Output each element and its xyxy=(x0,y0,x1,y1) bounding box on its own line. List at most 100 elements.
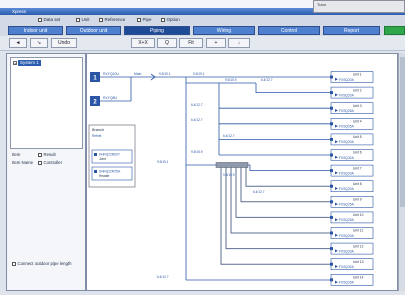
indoor-unit-name: Unit 13 xyxy=(353,260,364,264)
indoor-unit-model: FXSQ25A xyxy=(339,125,355,129)
add-button[interactable]: + xyxy=(206,38,226,48)
indoor-unit[interactable]: Unit 3FXSQ25A xyxy=(330,102,374,115)
indoor-unit[interactable]: Unit 12FXSQ20A xyxy=(330,242,374,255)
indoor-unit[interactable]: Unit 4FXSQ25A xyxy=(330,118,374,130)
pipe-size-label: 6.4/12.7 xyxy=(261,78,273,82)
legend-item-joint[interactable]: KHRQ22M20T Joint xyxy=(91,149,133,164)
legend-item-header[interactable]: KHRQ22M75H Header xyxy=(91,166,133,181)
piping-canvas[interactable]: 1 RXYQ10U 2 RXYQ8U Main Branch Refnet KH… xyxy=(86,53,398,291)
indoor-unit[interactable]: Unit 2FXSQ20A xyxy=(330,86,374,99)
menu-item-reference[interactable]: Reference xyxy=(99,17,125,23)
tab-outdoor-unit[interactable]: Outdoor unit xyxy=(66,26,121,35)
property-option-result[interactable]: Result xyxy=(38,152,56,158)
pipe-size-label: 6.4/12.7 xyxy=(191,103,203,107)
scrollbar-thumb[interactable] xyxy=(400,57,405,207)
indoor-unit-model: FXSQ20A xyxy=(339,187,355,191)
pipe-connector-icon xyxy=(330,262,333,266)
menu-checkbox-icon xyxy=(161,17,165,22)
menu-item-option[interactable]: Option xyxy=(161,17,180,23)
back-button[interactable]: ◄ xyxy=(9,38,27,48)
menu-item-unit[interactable]: Unit xyxy=(76,17,90,23)
pipe-connector-icon xyxy=(330,247,333,251)
legend-item-line1: KHRQ22M75H xyxy=(99,170,121,174)
branch-pipe[interactable] xyxy=(235,167,331,218)
branch-header-icon[interactable] xyxy=(215,162,249,168)
checkbox-icon[interactable] xyxy=(38,152,42,157)
checkbox-icon[interactable] xyxy=(12,261,16,266)
legend-item-line1: KHRQ22M20T xyxy=(99,153,120,157)
indoor-unit[interactable]: Unit 5FXSQ20A xyxy=(330,133,374,146)
indoor-unit[interactable]: Unit 13FXSQ32A xyxy=(330,258,374,270)
indoor-unit[interactable]: Unit 1FXSQ20A xyxy=(330,71,374,83)
indoor-unit-model: FXSQ32A xyxy=(339,265,355,269)
tree-expander-icon[interactable]: + xyxy=(13,61,17,66)
indoor-unit-name: Unit 14 xyxy=(353,276,364,280)
menu-label: Option xyxy=(166,17,180,22)
vertical-scrollbar[interactable] xyxy=(398,53,405,291)
mini-window-title: Tutor xyxy=(317,2,327,7)
indoor-unit-model: FXSQ25A xyxy=(339,203,355,207)
menu-label: Unit xyxy=(81,17,90,22)
legend-title: Branch xyxy=(92,128,104,132)
indoor-unit[interactable]: Unit 10FXSQ25A xyxy=(330,211,374,224)
menu-label: Pipe xyxy=(142,17,152,22)
tab-report[interactable]: Report xyxy=(323,26,380,35)
indoor-unit-model: FXSQ20A xyxy=(339,78,355,82)
pipe-length-option[interactable]: Connect outdoor pipe length xyxy=(12,261,72,267)
zoom-in-out-button[interactable]: X+X xyxy=(131,38,155,48)
outdoor-unit-model: RXYQ8U xyxy=(103,96,117,100)
arrow-down-icon: ↓ xyxy=(237,40,241,46)
indoor-unit[interactable]: Unit 14FXSQ25A xyxy=(330,274,374,286)
indoor-unit-model: FXSQ20A xyxy=(339,249,355,253)
tab-indoor-unit[interactable]: Indoor unit xyxy=(8,26,63,35)
indoor-unit-name: Unit 8 xyxy=(353,182,362,186)
connect-button[interactable]: ↘ xyxy=(30,38,48,48)
pipe-size-label: 9.5/15.9 xyxy=(191,150,203,154)
menu-item-data-set[interactable]: Data set xyxy=(38,17,60,23)
indoor-unit[interactable]: Unit 7FXSQ20A xyxy=(330,164,374,177)
indoor-unit-model: FXSQ20A xyxy=(339,93,355,97)
indoor-unit-name: Unit 5 xyxy=(353,135,362,139)
pipe-connector-icon xyxy=(330,169,333,173)
indoor-unit[interactable]: Unit 11FXSQ20A xyxy=(330,227,374,239)
tab-wiring[interactable]: Wiring xyxy=(193,26,255,35)
header-branch-lines xyxy=(220,167,331,265)
tab-piping[interactable]: Piping xyxy=(124,26,190,35)
menu-item-pipe[interactable]: Pipe xyxy=(137,17,152,23)
pipe-size-label: 6.4/12.7 xyxy=(157,275,169,279)
zoom-button[interactable]: Q xyxy=(157,38,177,48)
indoor-unit[interactable]: Unit 8FXSQ20A xyxy=(330,180,374,192)
fit-button[interactable]: Fit xyxy=(179,38,203,48)
branch-pipe[interactable] xyxy=(255,83,331,93)
option-label: Controller xyxy=(43,160,63,165)
property-label: Item xyxy=(12,152,21,157)
legend-subtitle: Refnet xyxy=(92,134,102,138)
tab-extra[interactable] xyxy=(384,26,405,35)
pipe-size-labels: 9.5/19.1 9.5/19.1 9.5/15.9 6.4/12.7 6.4/12.7… xyxy=(157,72,273,279)
branch-pipe[interactable] xyxy=(240,167,331,203)
property-option-controller[interactable]: Controller xyxy=(38,160,62,166)
pipe-connector-icon xyxy=(330,122,333,126)
branch-pipe[interactable] xyxy=(220,167,331,265)
down-button[interactable]: ↓ xyxy=(228,38,250,48)
menu-label: Reference xyxy=(104,17,126,22)
tab-control[interactable]: Control xyxy=(258,26,320,35)
pipe-size-label: 9.5/19.1 xyxy=(159,72,171,76)
branch-pipe[interactable] xyxy=(225,167,331,250)
outdoor-unit-model: RXYQ10U xyxy=(103,72,119,76)
piping-diagram[interactable]: 1 RXYQ10U 2 RXYQ8U Main Branch Refnet KH… xyxy=(87,54,397,290)
undo-button[interactable]: Undo xyxy=(51,38,77,48)
system-tree[interactable]: + System 1 xyxy=(10,57,83,149)
indoor-unit[interactable]: Unit 9FXSQ25A xyxy=(330,196,374,208)
main-pipe-label: Main xyxy=(134,72,141,76)
tree-item-selected[interactable]: System 1 xyxy=(18,60,41,66)
pipe-connector-icon xyxy=(330,184,333,188)
checkbox-icon[interactable] xyxy=(38,160,42,165)
indoor-unit-name: Unit 2 xyxy=(353,88,362,92)
branch-pipe[interactable] xyxy=(248,164,331,171)
pipe-connector-icon xyxy=(330,75,333,79)
indoor-unit-model: FXSQ32A xyxy=(339,156,355,160)
indoor-unit[interactable]: Unit 6FXSQ32A xyxy=(330,149,374,161)
pipe-size-label: 9.5/19.1 xyxy=(193,72,205,76)
mini-window[interactable]: Tutor xyxy=(313,0,405,13)
